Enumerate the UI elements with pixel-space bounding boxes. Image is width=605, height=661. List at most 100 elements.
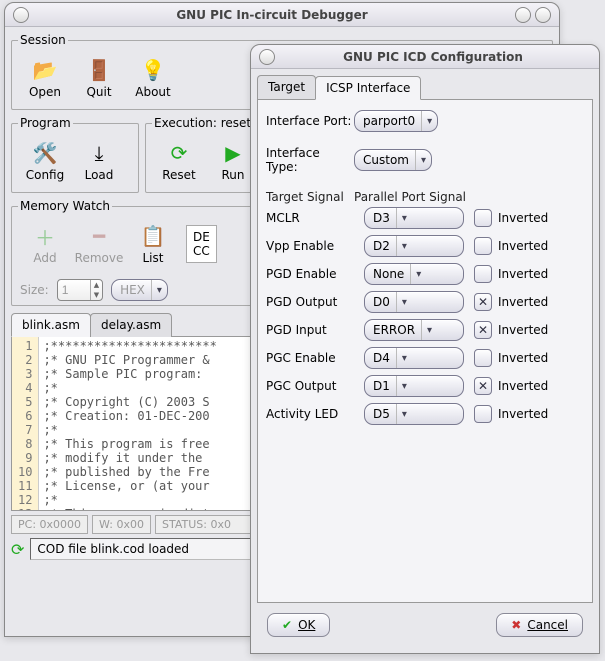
maximize-icon[interactable] — [535, 7, 551, 23]
size-input[interactable] — [58, 283, 90, 297]
inverted-checkbox[interactable]: ✕ — [474, 377, 492, 395]
inverted-label: Inverted — [498, 239, 548, 253]
window-menu-icon[interactable] — [13, 7, 29, 23]
signal-name: PGD Output — [266, 295, 354, 309]
inverted-checkbox[interactable]: ✕ — [474, 293, 492, 311]
chevron-down-icon: ▾ — [396, 376, 412, 396]
chevron-down-icon: ▾ — [396, 208, 412, 228]
interface-port-label: Interface Port: — [266, 114, 354, 128]
signal-name: PGC Enable — [266, 351, 354, 365]
signal-name: Activity LED — [266, 407, 354, 421]
signal-name: PGC Output — [266, 379, 354, 393]
signal-name: PGD Enable — [266, 267, 354, 281]
inverted-checkbox[interactable] — [474, 405, 492, 423]
size-spinner[interactable]: ▲▼ — [57, 279, 103, 301]
memory-preview-box: DE CC — [186, 225, 217, 263]
spinner-down-icon[interactable]: ▼ — [91, 290, 102, 300]
signal-value-combo[interactable]: D0▾ — [364, 291, 464, 313]
inverted-checkbox[interactable]: ✕ — [474, 321, 492, 339]
chevron-down-icon: ▾ — [396, 348, 412, 368]
tab-icsp-interface[interactable]: ICSP Interface — [315, 76, 421, 100]
signal-value-combo[interactable]: D3▾ — [364, 207, 464, 229]
signal-name: PGD Input — [266, 323, 354, 337]
signal-row-5: PGC Enable D4▾ Inverted — [258, 344, 592, 372]
program-frame: Program 🛠️ Config ⤓ Load — [11, 116, 139, 193]
remove-watch-button[interactable]: ━ Remove — [72, 219, 126, 269]
cancel-button[interactable]: ✖ Cancel — [496, 613, 583, 637]
inverted-checkbox[interactable] — [474, 265, 492, 283]
signal-row-6: PGC Output D1▾ ✕ Inverted — [258, 372, 592, 400]
col-parallel-port-signal: Parallel Port Signal — [354, 190, 466, 204]
exit-icon: 🚪 — [86, 57, 112, 83]
minimize-icon[interactable] — [515, 7, 531, 23]
memory-watch-legend: Memory Watch — [18, 199, 112, 213]
folder-open-icon: 📂 — [32, 57, 58, 83]
line-gutter: 1234567891011121314 — [12, 337, 39, 510]
chevron-down-icon: ▾ — [421, 111, 437, 131]
interface-port-combo[interactable]: parport0 ▾ — [354, 110, 438, 132]
main-titlebar[interactable]: GNU PIC In-circuit Debugger — [5, 3, 559, 27]
inverted-checkbox[interactable] — [474, 237, 492, 255]
tools-icon: 🛠️ — [32, 140, 58, 166]
signal-name: Vpp Enable — [266, 239, 354, 253]
play-icon: ▶ — [220, 140, 246, 166]
interface-type-combo[interactable]: Custom ▾ — [354, 149, 432, 171]
refresh-icon: ⟳ — [166, 140, 192, 166]
cancel-icon: ✖ — [511, 618, 521, 632]
signal-value-combo[interactable]: D1▾ — [364, 375, 464, 397]
status-w: W: 0x00 — [92, 515, 151, 534]
inverted-checkbox[interactable] — [474, 209, 492, 227]
main-window-title: GNU PIC In-circuit Debugger — [29, 8, 515, 22]
open-button[interactable]: 📂 Open — [18, 53, 72, 103]
load-button[interactable]: ⤓ Load — [72, 136, 126, 186]
status-pc: PC: 0x0000 — [11, 515, 88, 534]
config-tabs: Target ICSP Interface — [257, 75, 593, 100]
config-window-title: GNU PIC ICD Configuration — [275, 50, 591, 64]
lightbulb-icon: 💡 — [140, 57, 166, 83]
download-icon: ⤓ — [86, 140, 112, 166]
minus-icon: ━ — [86, 223, 112, 249]
window-menu-icon[interactable] — [259, 49, 275, 65]
tab-target[interactable]: Target — [257, 75, 316, 99]
tab-file-0[interactable]: blink.asm — [11, 313, 91, 337]
chevron-down-icon: ▾ — [151, 280, 167, 300]
reload-icon[interactable]: ⟳ — [11, 540, 24, 559]
config-titlebar[interactable]: GNU PIC ICD Configuration — [251, 45, 599, 69]
reset-button[interactable]: ⟳ Reset — [152, 136, 206, 186]
chevron-down-icon: ▾ — [421, 320, 437, 340]
interface-type-label: Interface Type: — [266, 146, 354, 174]
inverted-label: Inverted — [498, 211, 548, 225]
chevron-down-icon: ▾ — [396, 236, 412, 256]
inverted-label: Inverted — [498, 407, 548, 421]
inverted-label: Inverted — [498, 267, 548, 281]
signal-value-combo[interactable]: ERROR▾ — [364, 319, 464, 341]
config-button[interactable]: 🛠️ Config — [18, 136, 72, 186]
signal-row-4: PGD InputERROR▾✕Inverted — [258, 316, 592, 344]
signal-value-combo[interactable]: D5▾ — [364, 403, 464, 425]
check-icon: ✔ — [282, 618, 292, 632]
signal-value-combo[interactable]: D4▾ — [364, 347, 464, 369]
size-label: Size: — [20, 283, 49, 297]
inverted-checkbox[interactable] — [474, 349, 492, 367]
signal-row-0: MCLR D3▾ Inverted — [258, 204, 592, 232]
signal-value-combo[interactable]: D2▾ — [364, 235, 464, 257]
signal-value-combo[interactable]: None▾ — [364, 263, 464, 285]
signal-name: MCLR — [266, 211, 354, 225]
plus-icon: ＋ — [32, 223, 58, 249]
inverted-label: Inverted — [498, 379, 548, 393]
col-target-signal: Target Signal — [266, 190, 354, 204]
list-watch-button[interactable]: 📋 List — [126, 219, 180, 269]
inverted-label: Inverted — [498, 351, 548, 365]
ok-button[interactable]: ✔ OK — [267, 613, 330, 637]
list-icon: 📋 — [140, 223, 166, 249]
chevron-down-icon: ▾ — [415, 150, 431, 170]
add-watch-button[interactable]: ＋ Add — [18, 219, 72, 269]
signal-row-1: Vpp Enable D2▾ Inverted — [258, 232, 592, 260]
spinner-up-icon[interactable]: ▲ — [91, 280, 102, 290]
chevron-down-icon: ▾ — [410, 264, 426, 284]
tab-file-1[interactable]: delay.asm — [90, 313, 172, 337]
about-button[interactable]: 💡 About — [126, 53, 180, 103]
format-combo[interactable]: HEX ▾ — [111, 279, 168, 301]
config-window: GNU PIC ICD Configuration Target ICSP In… — [250, 44, 600, 654]
quit-button[interactable]: 🚪 Quit — [72, 53, 126, 103]
